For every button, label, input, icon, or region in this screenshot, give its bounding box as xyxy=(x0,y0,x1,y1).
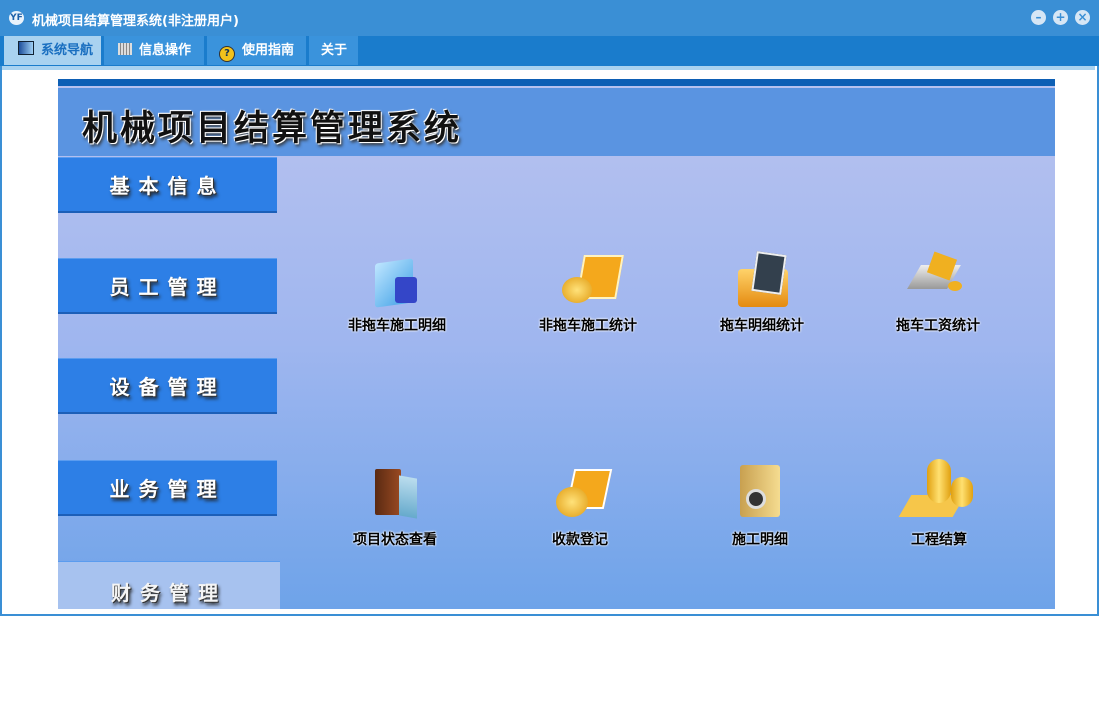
item-label: 收款登记 xyxy=(552,532,608,548)
tab-label: 关于 xyxy=(321,43,348,58)
close-button[interactable]: × xyxy=(1075,10,1090,25)
tab-label: 使用指南 xyxy=(242,43,295,58)
money-stack-icon xyxy=(907,251,968,309)
tab-divider xyxy=(2,66,1095,70)
sidebar-item-equipment[interactable]: 设备管理 xyxy=(58,358,277,414)
item-label: 施工明细 xyxy=(732,532,788,548)
title-bar: YF 机械项目结算管理系统(非注册用户) – + × xyxy=(0,0,1099,36)
banner: 机械项目结算管理系统 xyxy=(58,88,1055,156)
books-icon xyxy=(365,465,425,523)
top-stripe xyxy=(58,79,1055,86)
banner-title: 机械项目结算管理系统 xyxy=(82,108,463,149)
item-nontow-detail[interactable]: 非拖车施工明细 xyxy=(317,251,477,335)
item-label: 拖车工资统计 xyxy=(896,318,980,334)
main-panel: 机械项目结算管理系统 基本信息 员工管理 设备管理 业务管理 财务管理 非拖车施… xyxy=(58,79,1055,609)
gold-coins-icon xyxy=(898,459,979,523)
tab-info-ops[interactable]: 信息操作 xyxy=(104,36,204,65)
tab-label: 系统导航 xyxy=(41,43,94,58)
item-project-status[interactable]: 项目状态查看 xyxy=(315,465,475,549)
grid-icon xyxy=(118,43,132,55)
item-construction-detail[interactable]: 施工明细 xyxy=(680,465,840,549)
item-tow-detail-stats[interactable]: 拖车明细统计 xyxy=(682,251,842,335)
tab-bar: 系统导航 信息操作 ? 使用指南 关于 xyxy=(0,36,1099,66)
tab-system-nav[interactable]: 系统导航 xyxy=(4,36,101,65)
open-folder-icon xyxy=(730,465,790,523)
item-nontow-stats[interactable]: 非拖车施工统计 xyxy=(508,251,668,335)
help-icon: ? xyxy=(219,46,235,62)
app-logo-icon: YF xyxy=(9,11,24,25)
item-label: 项目状态查看 xyxy=(353,532,437,548)
coins-laptop-icon xyxy=(558,251,624,309)
window-title: 机械项目结算管理系统(非注册用户) xyxy=(32,14,239,29)
tab-user-guide[interactable]: ? 使用指南 xyxy=(207,36,306,65)
sidebar-item-finance[interactable]: 财务管理 xyxy=(58,561,280,609)
tab-label: 信息操作 xyxy=(139,43,192,58)
item-project-settlement[interactable]: 工程结算 xyxy=(859,459,1019,549)
item-tow-wage-stats[interactable]: 拖车工资统计 xyxy=(858,251,1018,335)
item-payment-register[interactable]: 收款登记 xyxy=(500,465,660,549)
item-label: 非拖车施工统计 xyxy=(539,318,637,334)
maximize-button[interactable]: + xyxy=(1053,10,1068,25)
folder-icon xyxy=(367,251,427,309)
sidebar-item-basic-info[interactable]: 基本信息 xyxy=(58,157,277,213)
sidebar-item-business[interactable]: 业务管理 xyxy=(58,460,277,516)
item-label: 工程结算 xyxy=(911,532,967,548)
item-label: 非拖车施工明细 xyxy=(348,318,446,334)
tab-about[interactable]: 关于 xyxy=(309,36,358,65)
minimize-button[interactable]: – xyxy=(1031,10,1046,25)
coins-laptop-icon xyxy=(550,465,613,523)
sidebar-item-staff[interactable]: 员工管理 xyxy=(58,258,277,314)
document-folder-icon xyxy=(732,251,792,309)
monitor-icon xyxy=(18,41,34,55)
item-label: 拖车明细统计 xyxy=(720,318,804,334)
